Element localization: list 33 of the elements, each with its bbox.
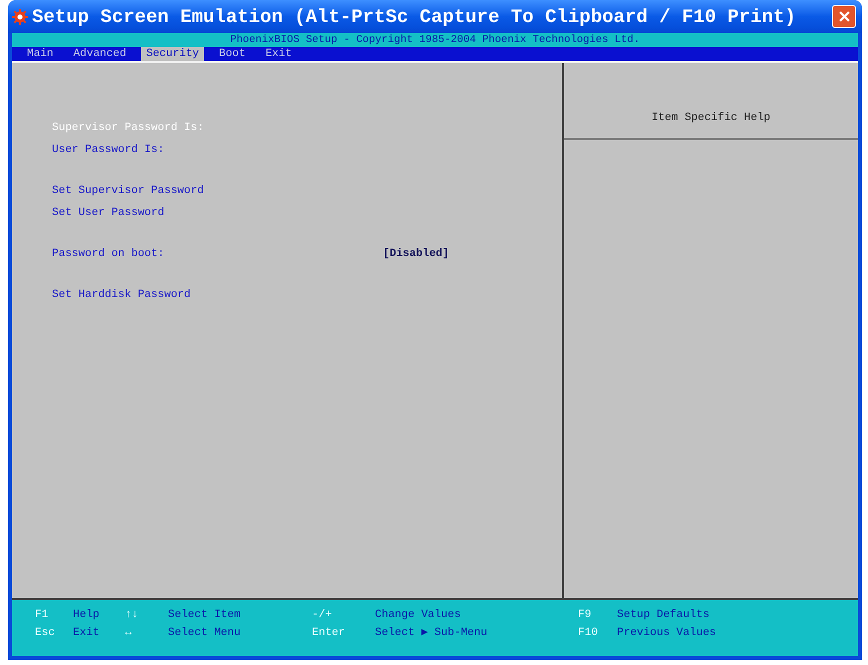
help-title: Item Specific Help: [652, 111, 770, 126]
key-action-text: Select Item: [168, 608, 241, 622]
key-label: Esc: [35, 626, 55, 640]
key-label: F9: [578, 608, 592, 622]
setting-label[interactable]: Set Harddisk Password: [52, 288, 191, 302]
key-action-text: Select ▶ Sub-Menu: [375, 626, 488, 640]
menu-tab[interactable]: Security: [141, 47, 204, 61]
key-label: ↔: [125, 626, 132, 640]
close-button[interactable]: [832, 5, 856, 28]
gear-icon: [12, 8, 28, 24]
setting-label[interactable]: User Password Is:: [52, 143, 164, 157]
menu-tab[interactable]: Main: [22, 47, 58, 61]
window-title: Setup Screen Emulation (Alt-PrtSc Capture To Clipboard / F10 Print): [32, 6, 796, 28]
menu-tab[interactable]: Exit: [260, 47, 297, 61]
key-action-text: Help: [73, 608, 100, 622]
key-label: ↑↓: [125, 608, 138, 622]
header-text: PhoenixBIOS Setup - Copyright 1985-2004 Phoenix Technologies Ltd.: [230, 33, 640, 47]
key-action-text: Setup Defaults: [617, 608, 710, 622]
key-label: F10: [578, 626, 598, 640]
key-action-text: Change Values: [375, 608, 461, 622]
key-label: -/+: [312, 608, 332, 622]
menu-tab[interactable]: Boot: [214, 47, 250, 61]
key-label: Enter: [312, 626, 346, 640]
key-action-text: Exit: [73, 626, 100, 640]
key-action-text: Select Menu: [168, 626, 241, 640]
key-label: F1: [35, 608, 48, 622]
setting-label[interactable]: Set Supervisor Password: [52, 184, 204, 198]
close-icon: [838, 11, 850, 22]
setting-label[interactable]: Password on boot:: [52, 247, 164, 261]
setting-value[interactable]: [Disabled]: [383, 247, 450, 261]
setting-label[interactable]: Set User Password: [52, 206, 164, 220]
menu-tab[interactable]: Advanced: [68, 47, 132, 61]
key-action-text: Previous Values: [617, 626, 716, 640]
